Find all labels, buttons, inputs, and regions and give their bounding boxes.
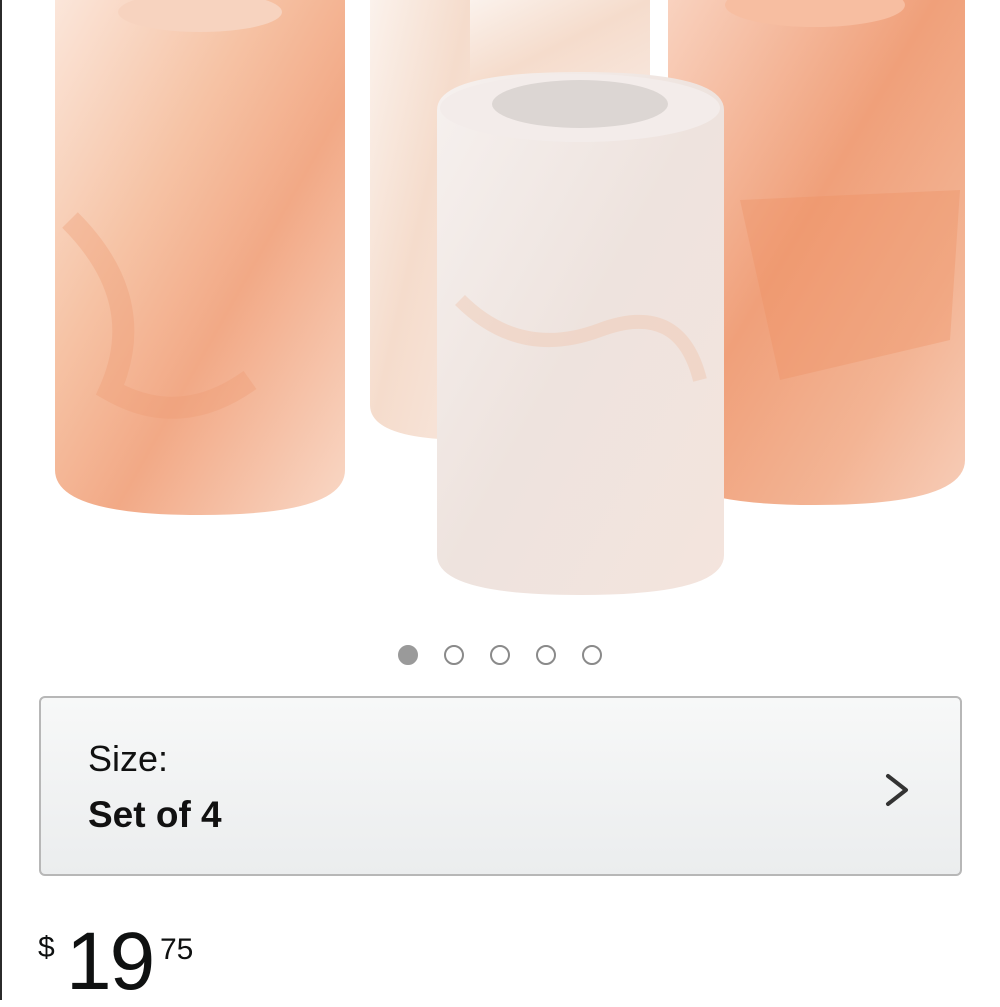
carousel-dot-4[interactable]: [536, 645, 556, 665]
chevron-right-icon: [886, 774, 908, 806]
salt-glass-back-left: [55, 0, 345, 515]
carousel-dot-5[interactable]: [582, 645, 602, 665]
size-selector-button[interactable]: Size: Set of 4: [39, 696, 962, 876]
salt-glass-front: [437, 72, 724, 595]
size-value: Set of 4: [88, 794, 222, 835]
price-currency: $: [38, 931, 55, 964]
price-whole: 19: [66, 916, 155, 1007]
price-fraction: 75: [160, 933, 194, 966]
image-carousel-indicator: [0, 645, 1000, 671]
product-image[interactable]: [0, 0, 1000, 620]
carousel-dot-1[interactable]: [398, 645, 418, 665]
carousel-dot-3[interactable]: [490, 645, 510, 665]
carousel-dot-2[interactable]: [444, 645, 464, 665]
size-label: Size:: [88, 738, 169, 779]
